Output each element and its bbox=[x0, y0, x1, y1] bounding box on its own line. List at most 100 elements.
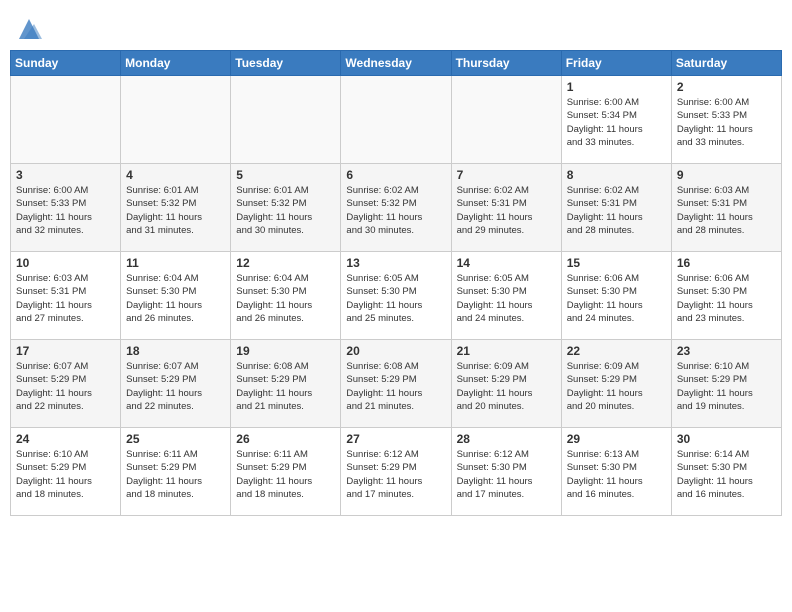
day-number: 14 bbox=[457, 256, 556, 270]
day-number: 22 bbox=[567, 344, 666, 358]
calendar-day-cell: 11 Sunrise: 6:04 AM Sunset: 5:30 PM Dayli… bbox=[121, 252, 231, 340]
weekday-header: Monday bbox=[121, 51, 231, 76]
day-info: Sunrise: 6:11 AM Sunset: 5:29 PM Dayligh… bbox=[126, 448, 225, 501]
calendar-day-cell bbox=[121, 76, 231, 164]
calendar-day-cell bbox=[451, 76, 561, 164]
calendar-day-cell: 27 Sunrise: 6:12 AM Sunset: 5:29 PM Dayli… bbox=[341, 428, 451, 516]
day-number: 8 bbox=[567, 168, 666, 182]
calendar-header-row: SundayMondayTuesdayWednesdayThursdayFrid… bbox=[11, 51, 782, 76]
day-number: 17 bbox=[16, 344, 115, 358]
weekday-header: Tuesday bbox=[231, 51, 341, 76]
calendar-day-cell: 16Sunrise: 6:06 AM Sunset: 5:30 PM Dayli… bbox=[671, 252, 781, 340]
day-number: 11 bbox=[126, 256, 225, 270]
weekday-header: Thursday bbox=[451, 51, 561, 76]
day-number: 29 bbox=[567, 432, 666, 446]
calendar-week-row: 1 Sunrise: 6:00 AM Sunset: 5:34 PM Daylig… bbox=[11, 76, 782, 164]
calendar-day-cell: 18Sunrise: 6:07 AM Sunset: 5:29 PM Dayli… bbox=[121, 340, 231, 428]
day-number: 23 bbox=[677, 344, 776, 358]
day-number: 3 bbox=[16, 168, 115, 182]
logo bbox=[10, 14, 44, 44]
day-info: Sunrise: 6:02 AM Sunset: 5:31 PM Dayligh… bbox=[457, 184, 556, 237]
weekday-header: Sunday bbox=[11, 51, 121, 76]
calendar-day-cell bbox=[341, 76, 451, 164]
day-number: 6 bbox=[346, 168, 445, 182]
day-info: Sunrise: 6:13 AM Sunset: 5:30 PM Dayligh… bbox=[567, 448, 666, 501]
calendar-week-row: 10 Sunrise: 6:03 AM Sunset: 5:31 PM Dayli… bbox=[11, 252, 782, 340]
calendar-day-cell: 24 Sunrise: 6:10 AM Sunset: 5:29 PM Dayli… bbox=[11, 428, 121, 516]
calendar-day-cell: 9 Sunrise: 6:03 AM Sunset: 5:31 PM Daylig… bbox=[671, 164, 781, 252]
day-info: Sunrise: 6:02 AM Sunset: 5:32 PM Dayligh… bbox=[346, 184, 445, 237]
weekday-header: Wednesday bbox=[341, 51, 451, 76]
day-number: 4 bbox=[126, 168, 225, 182]
day-number: 12 bbox=[236, 256, 335, 270]
day-number: 15 bbox=[567, 256, 666, 270]
day-number: 1 bbox=[567, 80, 666, 94]
day-info: Sunrise: 6:02 AM Sunset: 5:31 PM Dayligh… bbox=[567, 184, 666, 237]
day-info: Sunrise: 6:07 AM Sunset: 5:29 PM Dayligh… bbox=[16, 360, 115, 413]
logo-icon bbox=[14, 14, 44, 44]
day-info: Sunrise: 6:12 AM Sunset: 5:30 PM Dayligh… bbox=[457, 448, 556, 501]
day-info: Sunrise: 6:03 AM Sunset: 5:31 PM Dayligh… bbox=[677, 184, 776, 237]
day-info: Sunrise: 6:11 AM Sunset: 5:29 PM Dayligh… bbox=[236, 448, 335, 501]
calendar-day-cell: 1 Sunrise: 6:00 AM Sunset: 5:34 PM Daylig… bbox=[561, 76, 671, 164]
calendar-day-cell: 26 Sunrise: 6:11 AM Sunset: 5:29 PM Dayli… bbox=[231, 428, 341, 516]
calendar-day-cell: 22 Sunrise: 6:09 AM Sunset: 5:29 PM Dayli… bbox=[561, 340, 671, 428]
day-number: 18 bbox=[126, 344, 225, 358]
day-info: Sunrise: 6:09 AM Sunset: 5:29 PM Dayligh… bbox=[457, 360, 556, 413]
day-info: Sunrise: 6:01 AM Sunset: 5:32 PM Dayligh… bbox=[236, 184, 335, 237]
day-info: Sunrise: 6:03 AM Sunset: 5:31 PM Dayligh… bbox=[16, 272, 115, 325]
day-number: 26 bbox=[236, 432, 335, 446]
day-info: Sunrise: 6:12 AM Sunset: 5:29 PM Dayligh… bbox=[346, 448, 445, 501]
calendar-day-cell bbox=[11, 76, 121, 164]
day-number: 28 bbox=[457, 432, 556, 446]
calendar-day-cell: 13Sunrise: 6:05 AM Sunset: 5:30 PM Dayli… bbox=[341, 252, 451, 340]
day-number: 19 bbox=[236, 344, 335, 358]
day-number: 24 bbox=[16, 432, 115, 446]
calendar-day-cell: 12 Sunrise: 6:04 AM Sunset: 5:30 PM Dayli… bbox=[231, 252, 341, 340]
calendar-day-cell: 2Sunrise: 6:00 AM Sunset: 5:33 PM Daylig… bbox=[671, 76, 781, 164]
day-info: Sunrise: 6:08 AM Sunset: 5:29 PM Dayligh… bbox=[236, 360, 335, 413]
day-number: 10 bbox=[16, 256, 115, 270]
day-info: Sunrise: 6:10 AM Sunset: 5:29 PM Dayligh… bbox=[16, 448, 115, 501]
day-info: Sunrise: 6:09 AM Sunset: 5:29 PM Dayligh… bbox=[567, 360, 666, 413]
calendar-day-cell: 28 Sunrise: 6:12 AM Sunset: 5:30 PM Dayli… bbox=[451, 428, 561, 516]
day-info: Sunrise: 6:04 AM Sunset: 5:30 PM Dayligh… bbox=[236, 272, 335, 325]
weekday-header: Saturday bbox=[671, 51, 781, 76]
day-info: Sunrise: 6:01 AM Sunset: 5:32 PM Dayligh… bbox=[126, 184, 225, 237]
day-number: 9 bbox=[677, 168, 776, 182]
calendar-day-cell bbox=[231, 76, 341, 164]
calendar-day-cell: 17 Sunrise: 6:07 AM Sunset: 5:29 PM Dayli… bbox=[11, 340, 121, 428]
day-number: 21 bbox=[457, 344, 556, 358]
calendar-day-cell: 14 Sunrise: 6:05 AM Sunset: 5:30 PM Dayli… bbox=[451, 252, 561, 340]
day-info: Sunrise: 6:05 AM Sunset: 5:30 PM Dayligh… bbox=[457, 272, 556, 325]
calendar-day-cell: 15 Sunrise: 6:06 AM Sunset: 5:30 PM Dayli… bbox=[561, 252, 671, 340]
day-info: Sunrise: 6:08 AM Sunset: 5:29 PM Dayligh… bbox=[346, 360, 445, 413]
calendar-day-cell: 25 Sunrise: 6:11 AM Sunset: 5:29 PM Dayli… bbox=[121, 428, 231, 516]
day-info: Sunrise: 6:06 AM Sunset: 5:30 PM Dayligh… bbox=[677, 272, 776, 325]
day-number: 30 bbox=[677, 432, 776, 446]
calendar-day-cell: 7 Sunrise: 6:02 AM Sunset: 5:31 PM Daylig… bbox=[451, 164, 561, 252]
calendar-day-cell: 30Sunrise: 6:14 AM Sunset: 5:30 PM Dayli… bbox=[671, 428, 781, 516]
calendar-day-cell: 8 Sunrise: 6:02 AM Sunset: 5:31 PM Daylig… bbox=[561, 164, 671, 252]
calendar-day-cell: 10 Sunrise: 6:03 AM Sunset: 5:31 PM Dayli… bbox=[11, 252, 121, 340]
calendar-week-row: 3 Sunrise: 6:00 AM Sunset: 5:33 PM Daylig… bbox=[11, 164, 782, 252]
day-number: 7 bbox=[457, 168, 556, 182]
weekday-header: Friday bbox=[561, 51, 671, 76]
calendar-day-cell: 6 Sunrise: 6:02 AM Sunset: 5:32 PM Daylig… bbox=[341, 164, 451, 252]
day-number: 5 bbox=[236, 168, 335, 182]
calendar-day-cell: 20 Sunrise: 6:08 AM Sunset: 5:29 PM Dayli… bbox=[341, 340, 451, 428]
day-info: Sunrise: 6:00 AM Sunset: 5:33 PM Dayligh… bbox=[16, 184, 115, 237]
day-number: 20 bbox=[346, 344, 445, 358]
calendar-day-cell: 4 Sunrise: 6:01 AM Sunset: 5:32 PM Daylig… bbox=[121, 164, 231, 252]
day-info: Sunrise: 6:05 AM Sunset: 5:30 PM Dayligh… bbox=[346, 272, 445, 325]
day-info: Sunrise: 6:10 AM Sunset: 5:29 PM Dayligh… bbox=[677, 360, 776, 413]
calendar-week-row: 17 Sunrise: 6:07 AM Sunset: 5:29 PM Dayli… bbox=[11, 340, 782, 428]
day-info: Sunrise: 6:00 AM Sunset: 5:34 PM Dayligh… bbox=[567, 96, 666, 149]
day-info: Sunrise: 6:06 AM Sunset: 5:30 PM Dayligh… bbox=[567, 272, 666, 325]
calendar-week-row: 24 Sunrise: 6:10 AM Sunset: 5:29 PM Dayli… bbox=[11, 428, 782, 516]
calendar-day-cell: 29 Sunrise: 6:13 AM Sunset: 5:30 PM Dayli… bbox=[561, 428, 671, 516]
day-number: 27 bbox=[346, 432, 445, 446]
day-number: 25 bbox=[126, 432, 225, 446]
day-info: Sunrise: 6:04 AM Sunset: 5:30 PM Dayligh… bbox=[126, 272, 225, 325]
calendar-day-cell: 19 Sunrise: 6:08 AM Sunset: 5:29 PM Dayli… bbox=[231, 340, 341, 428]
